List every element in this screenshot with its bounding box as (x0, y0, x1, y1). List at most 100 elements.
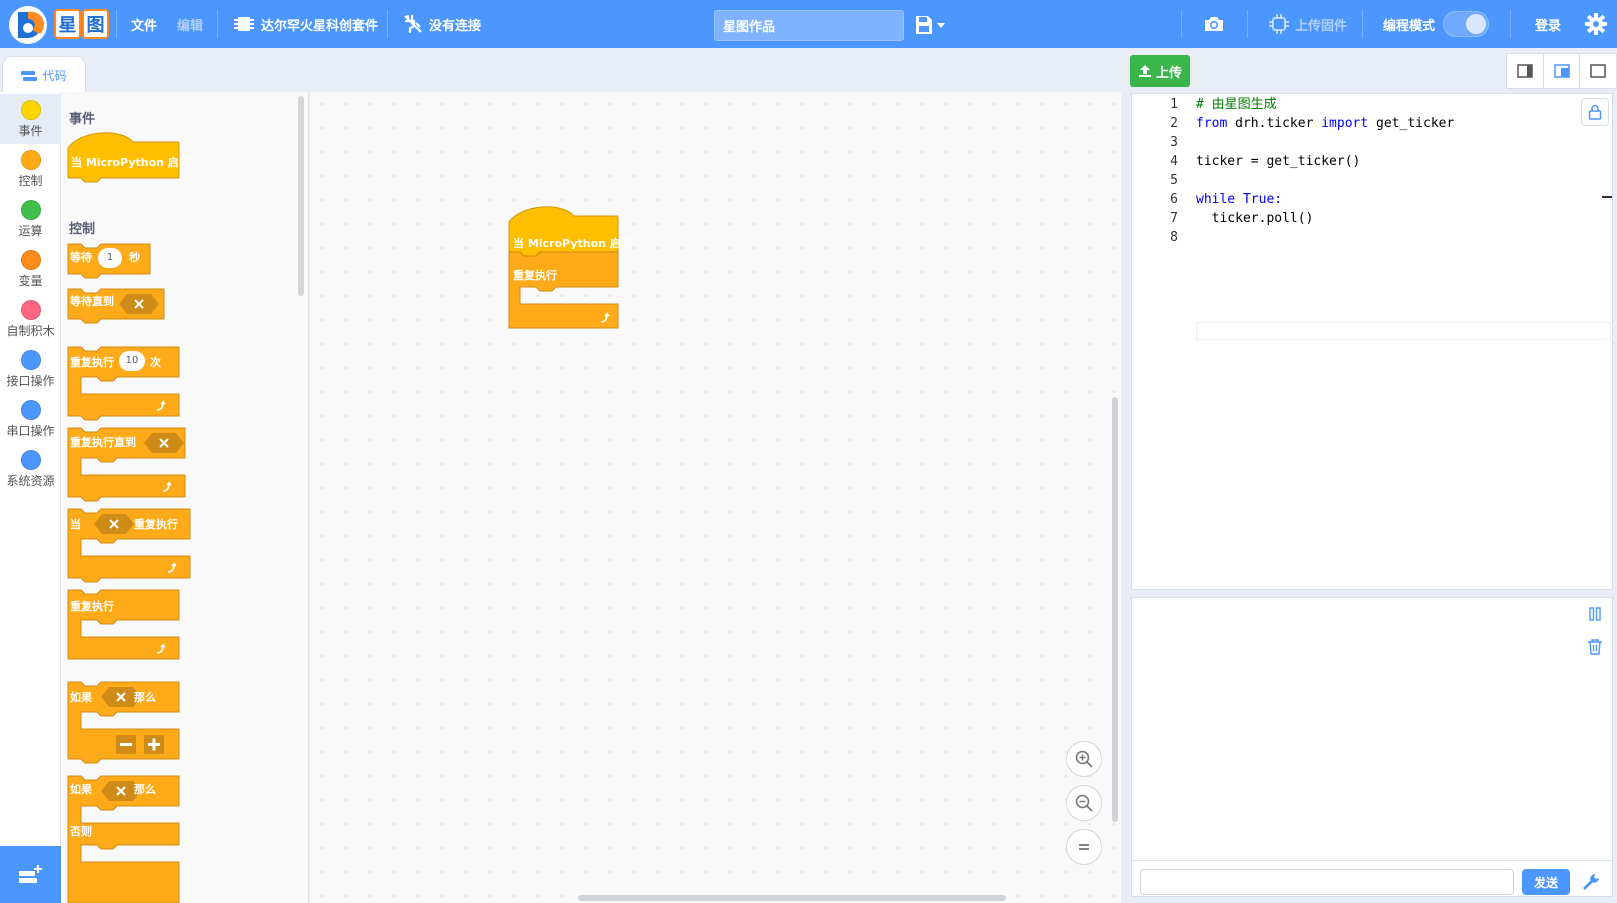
project-title-input[interactable] (714, 10, 904, 41)
lock-code-button[interactable] (1581, 98, 1609, 126)
upload-label: 上传 (1155, 65, 1182, 81)
add-extension-icon (18, 864, 42, 883)
category-label: 事件 (18, 124, 43, 138)
layout-full-button[interactable] (1580, 54, 1616, 88)
tab-code[interactable]: 代码 (2, 56, 86, 94)
category-events[interactable]: 事件 (0, 94, 61, 144)
login-button[interactable]: 登录 (1535, 0, 1561, 48)
zoom-in-button[interactable] (1066, 741, 1102, 777)
top-bar: 星 图 文件 编辑 达尔罕火星科创套件 没有连接 星图作品 上传固件 编程模式 … (0, 0, 1617, 48)
line-number: 2 (1170, 116, 1178, 131)
layout-switcher (1506, 53, 1617, 89)
block-when-start-label[interactable]: 当 MicroPython 启动 (71, 154, 190, 170)
workspace-vertical-scrollbar[interactable] (1112, 397, 1118, 822)
category-dot (20, 200, 41, 220)
device-name: 达尔罕火星科创套件 (261, 18, 379, 34)
category-dot (20, 150, 41, 170)
category-variables[interactable]: 变量 (0, 244, 61, 294)
block-workspace[interactable]: 当 MicroPython 启动 重复执行 (310, 92, 1121, 903)
block-palette: 事件 控制 当 MicroPython 启动 等待 1 秒 等待直到 重复执行 … (61, 92, 309, 903)
category-dot (20, 400, 41, 420)
device-selector[interactable]: 达尔罕火星科创套件 (233, 0, 378, 48)
block-forever-label[interactable]: 重复执行 (70, 598, 114, 614)
scroll-marker (1602, 196, 1612, 198)
category-dot (20, 100, 41, 120)
clear-button[interactable] (1581, 633, 1609, 661)
line-number: 6 (1170, 192, 1178, 207)
wait-seconds-input[interactable]: 1 (98, 248, 122, 268)
separator (1247, 10, 1248, 38)
zoom-out-button[interactable] (1066, 785, 1102, 821)
serial-input-bar: 发送 (1132, 860, 1612, 896)
code-editor[interactable]: 1 # 由星图生成 2 from drh.ticker import get_tic… (1131, 93, 1613, 590)
upload-icon (1138, 65, 1151, 77)
line-number: 5 (1170, 173, 1178, 188)
layout-code-right-button[interactable] (1507, 54, 1544, 88)
save-menu-button[interactable] (914, 14, 948, 36)
serial-input[interactable] (1140, 869, 1514, 895)
category-dot (20, 350, 41, 370)
category-dot (20, 250, 41, 270)
category-serial[interactable]: 串口操作 (0, 394, 61, 444)
block-if-label[interactable]: 如果 (70, 689, 92, 705)
code-line: 4 ticker = get_ticker() (1132, 152, 1610, 171)
upload-firmware-button[interactable]: 上传固件 (1269, 0, 1347, 48)
block-repeat-unit: 次 (150, 356, 161, 369)
category-operators[interactable]: 运算 (0, 194, 61, 244)
menu-edit[interactable]: 编辑 (177, 0, 203, 48)
category-system[interactable]: 系统资源 (0, 444, 61, 494)
code-line: 8 (1132, 228, 1610, 247)
serial-monitor: 发送 (1131, 597, 1613, 897)
script-when-start-label[interactable]: 当 MicroPython 启动 (513, 235, 632, 251)
palette-scrollbar[interactable] (298, 96, 304, 296)
block-repeat-label[interactable]: 重复执行 (70, 354, 114, 370)
chip-icon (234, 17, 254, 31)
block-while-label[interactable]: 当 (70, 516, 81, 532)
blocks-icon (21, 70, 38, 81)
gear-icon (1585, 13, 1607, 35)
layout-split-button[interactable] (1544, 54, 1581, 88)
line-number: 4 (1170, 154, 1178, 169)
category-label: 串口操作 (6, 424, 55, 438)
code-line: 2 from drh.ticker import get_ticker (1132, 114, 1610, 133)
send-button[interactable]: 发送 (1522, 869, 1570, 895)
mode-toggle[interactable] (1443, 11, 1489, 37)
category-label: 自制积木 (6, 324, 55, 338)
tab-row: 代码 (0, 48, 1617, 94)
upload-button[interactable]: 上传 (1130, 55, 1190, 87)
serial-settings-button[interactable] (1578, 869, 1604, 895)
block-if-else-label[interactable]: 如果 (70, 781, 92, 797)
block-repeat-until-label[interactable]: 重复执行直到 (70, 434, 136, 450)
block-if-else-then-label: 那么 (134, 783, 156, 796)
category-my-blocks[interactable]: 自制积木 (0, 294, 61, 344)
block-wait-label[interactable]: 等待 (70, 249, 92, 265)
category-label: 变量 (18, 274, 43, 288)
block-wait-until-label[interactable]: 等待直到 (70, 293, 114, 309)
repeat-count-input[interactable]: 10 (119, 351, 145, 371)
settings-button[interactable] (1585, 0, 1613, 48)
script-forever (508, 251, 619, 329)
menu-file[interactable]: 文件 (131, 0, 157, 48)
separator (1181, 10, 1182, 38)
palette-blocks-canvas (67, 132, 191, 903)
pause-icon (1589, 607, 1601, 621)
equals-icon (1079, 844, 1089, 850)
code-line: 7 ticker.poll() (1132, 209, 1610, 228)
code-text: from drh.ticker import get_ticker (1196, 116, 1455, 131)
screenshot-button[interactable] (1203, 0, 1231, 48)
code-comment: # 由星图生成 (1196, 97, 1277, 112)
add-extension-button[interactable] (0, 846, 61, 903)
zoom-in-icon (1075, 750, 1093, 768)
zoom-out-icon (1075, 794, 1093, 812)
layout-full-icon (1590, 64, 1606, 78)
zoom-reset-button[interactable] (1066, 829, 1102, 865)
category-pins[interactable]: 接口操作 (0, 344, 61, 394)
connection-button[interactable]: 没有连接 (403, 0, 481, 48)
pause-button[interactable] (1581, 600, 1609, 628)
script-forever-label[interactable]: 重复执行 (513, 267, 557, 283)
separator (116, 10, 117, 38)
code-keyword: while True: (1196, 192, 1283, 207)
workspace-horizontal-scrollbar[interactable] (578, 895, 1006, 901)
category-control[interactable]: 控制 (0, 144, 61, 194)
app-logo-text: 星 图 (54, 9, 110, 39)
